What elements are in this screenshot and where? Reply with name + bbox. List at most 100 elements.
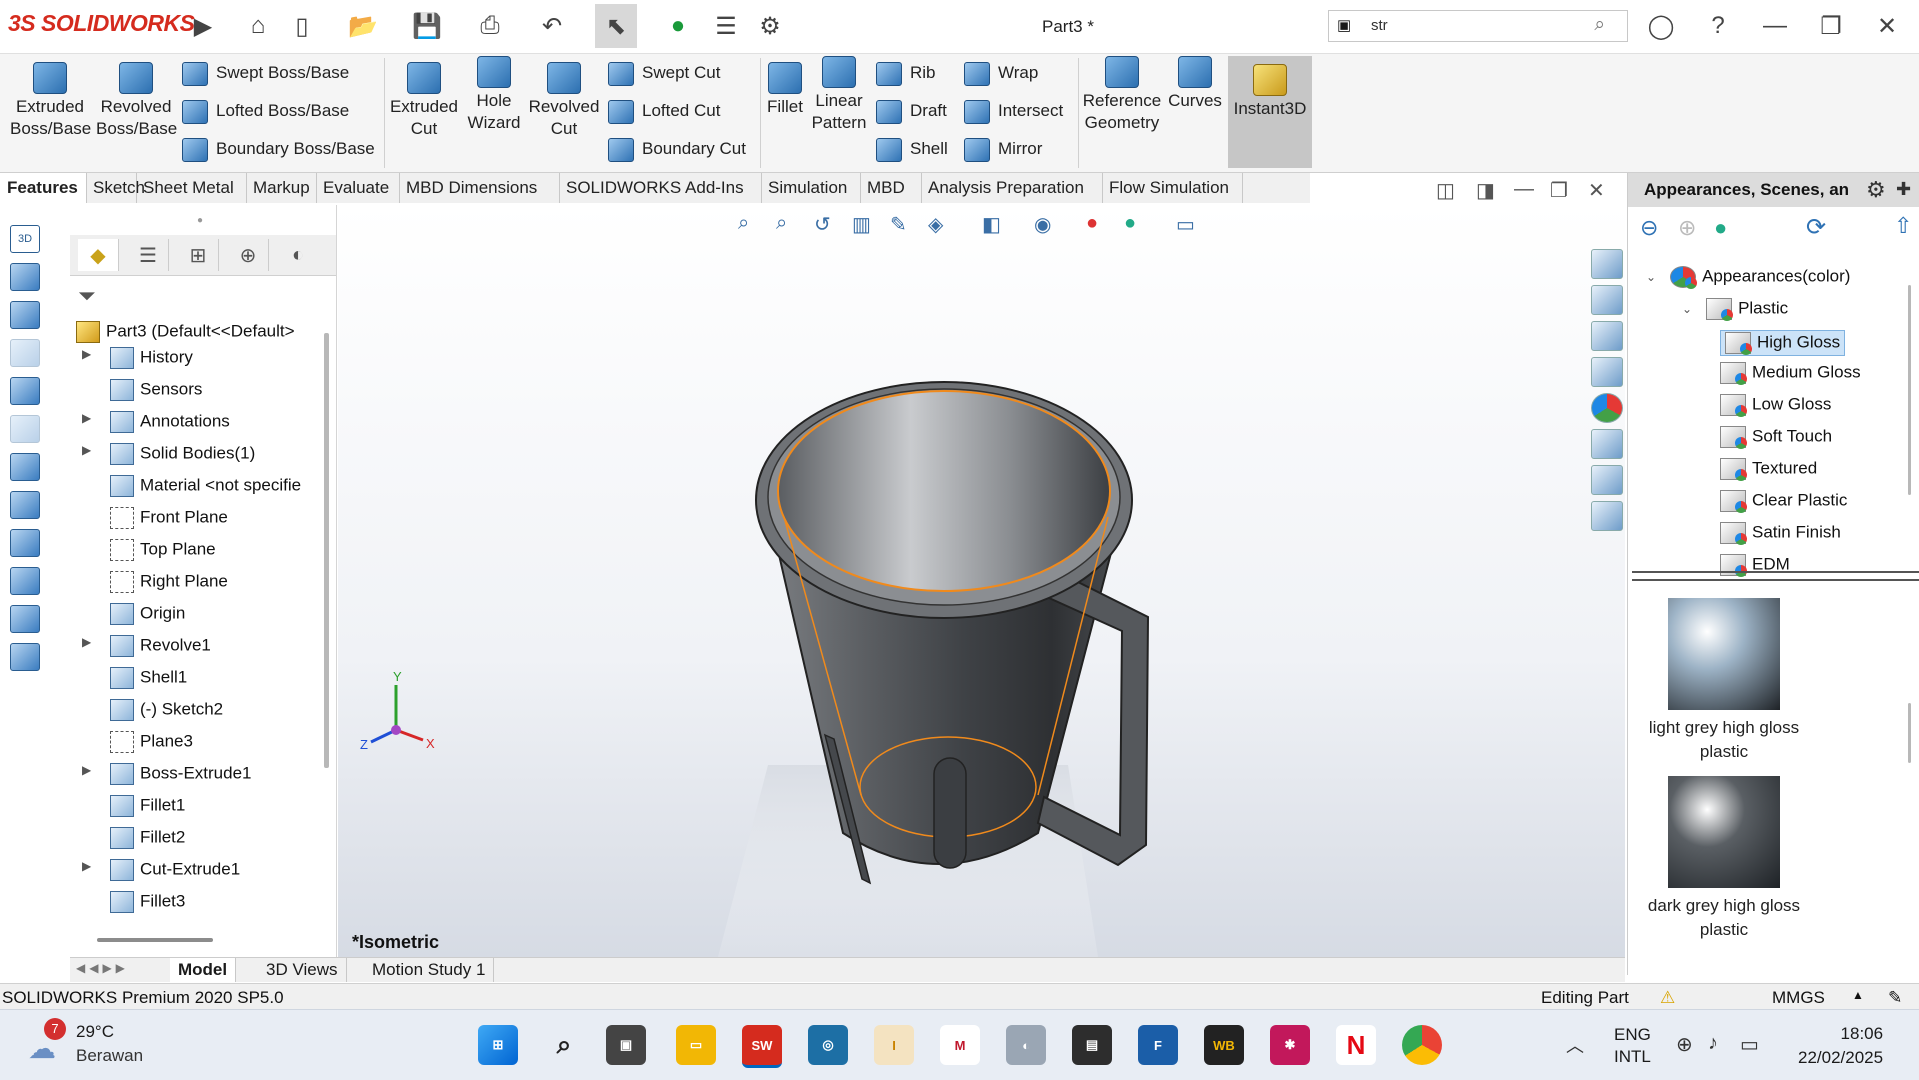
extruded-boss-button[interactable]: Extruded Boss/Base <box>10 62 91 140</box>
swept-boss-button[interactable]: Swept Boss/Base <box>182 58 349 88</box>
tree-node[interactable]: ▶ Revolve1 <box>82 635 211 657</box>
disabled-box-icon[interactable] <box>10 339 40 367</box>
viewport-tile-icon[interactable]: ◫ <box>1436 178 1455 203</box>
festo-fluidsim-icon[interactable]: F <box>1138 1025 1178 1065</box>
tab-scroll-arrows-icon[interactable]: ◀◀▶▶ <box>76 961 129 975</box>
viewport-split-icon[interactable]: ◨ <box>1476 178 1495 203</box>
task-pane-settings-icon[interactable]: ⚙ <box>1866 177 1886 203</box>
file-explorer-taskbar-icon[interactable]: ▭ <box>676 1025 716 1065</box>
tab-markup[interactable]: Markup <box>246 173 317 203</box>
viewport-minimize-icon[interactable]: — <box>1514 178 1534 201</box>
clock[interactable]: 18:06 22/02/2025 <box>1798 1022 1883 1070</box>
tab-flow-simulation[interactable]: Flow Simulation <box>1102 173 1243 203</box>
select-pointer-icon[interactable]: ⬉ <box>595 4 637 48</box>
view-orientation-icon[interactable]: ◈ <box>928 212 943 237</box>
custom-properties-icon[interactable] <box>1591 429 1623 459</box>
appearances-root[interactable]: ⌄ Appearances(color) <box>1646 266 1850 289</box>
unit-system[interactable]: MMGS <box>1772 988 1825 1008</box>
new-document-icon[interactable]: ▯ <box>287 11 317 41</box>
tree-node[interactable]: ▶ Cut-Extrude1 <box>82 859 240 881</box>
viewport-close-icon[interactable]: ✕ <box>1588 178 1605 203</box>
tab-evaluate[interactable]: Evaluate <box>316 173 400 203</box>
mirror-button[interactable]: Mirror <box>964 134 1042 164</box>
previous-view-icon[interactable]: ↺ <box>814 212 831 237</box>
tab-features[interactable]: Features <box>0 173 87 203</box>
task-view-icon[interactable]: ▣ <box>606 1025 646 1065</box>
tree-node[interactable]: Fillet1 <box>110 795 185 817</box>
swatch-scrollbar[interactable] <box>1908 703 1911 763</box>
boundary-cut-button[interactable]: Boundary Cut <box>608 134 746 164</box>
expand-arrow-icon[interactable]: ▶ <box>82 635 91 649</box>
extrude-tool-icon[interactable] <box>10 377 40 405</box>
tree-node[interactable]: Fillet2 <box>110 827 185 849</box>
file-properties-icon[interactable]: ☰ <box>711 11 741 41</box>
print-icon[interactable]: ⎙ <box>475 11 505 41</box>
wrap-button[interactable]: Wrap <box>964 58 1038 88</box>
tree-scrollbar[interactable] <box>1908 285 1911 495</box>
tree-node[interactable]: Right Plane <box>110 571 228 593</box>
expand-menu-icon[interactable]: ▶ <box>188 11 218 41</box>
tree-node[interactable]: ▶ Annotations <box>82 411 230 433</box>
collapse-arrow-icon[interactable]: ⌄ <box>1646 270 1656 284</box>
weather-description[interactable]: Berawan <box>76 1046 143 1066</box>
rebuild-warning-icon[interactable]: ⚠ <box>1660 988 1675 1008</box>
draft-button[interactable]: Draft <box>876 96 947 126</box>
command-search-input[interactable]: ▣ str ⌕ <box>1328 10 1628 42</box>
rib-button[interactable]: Rib <box>876 58 936 88</box>
tree-scrollbar[interactable] <box>324 333 329 768</box>
close-icon[interactable]: ✕ <box>1872 11 1902 41</box>
view-palette-icon[interactable] <box>1591 357 1623 387</box>
home-icon[interactable]: ⌂ <box>243 11 273 41</box>
rebuild-traffic-light-icon[interactable]: ● <box>663 11 693 41</box>
expand-arrow-icon[interactable]: ▶ <box>82 411 91 425</box>
swept-cut-button[interactable]: Swept Cut <box>608 58 720 88</box>
search-icon[interactable]: ⌕ <box>1594 14 1605 36</box>
tree-node[interactable]: (-) Sketch2 <box>110 699 223 721</box>
windows-start-icon[interactable]: ⊞ <box>478 1025 518 1065</box>
panel-handle-icon[interactable]: ● <box>197 215 203 226</box>
tree-node[interactable]: Fillet3 <box>110 891 185 913</box>
lofted-boss-button[interactable]: Lofted Boss/Base <box>182 96 349 126</box>
dimxpert-tab-icon[interactable]: ⊕ <box>228 239 269 271</box>
section-view-icon[interactable]: ▥ <box>852 212 871 237</box>
appearance-item[interactable]: Clear Plastic <box>1720 490 1847 513</box>
tab-sketch[interactable]: Sketch <box>86 173 145 203</box>
appearance-swatch[interactable] <box>1668 598 1780 710</box>
file-explorer-icon[interactable] <box>1591 321 1623 351</box>
appearance-item[interactable]: Satin Finish <box>1720 522 1841 545</box>
sketch-tool-icon[interactable] <box>10 263 40 291</box>
refresh-icon[interactable]: ⟳ <box>1806 213 1826 242</box>
show-hidden-icons-icon[interactable]: ︿ <box>1566 1032 1584 1058</box>
inventor-app-icon[interactable]: I <box>874 1025 914 1065</box>
tree-node[interactable]: ▶ Solid Bodies(1) <box>82 443 255 465</box>
zoom-to-area-icon[interactable]: ⌕ <box>776 212 787 235</box>
pen-tool-icon[interactable] <box>10 453 40 481</box>
tab-solidworks-add-ins[interactable]: SOLIDWORKS Add-Ins <box>559 173 762 203</box>
undo-icon[interactable]: ↶ <box>537 11 567 41</box>
graphics-area[interactable]: Y X Z <box>338 205 1625 957</box>
appearance-item[interactable]: Textured <box>1720 458 1817 481</box>
appearance-swatch[interactable] <box>1668 776 1780 888</box>
sketchup-pro-icon[interactable]: ◐ <box>1006 1025 1046 1065</box>
comments-icon[interactable] <box>1591 501 1623 531</box>
appearance-library-icon[interactable]: ● <box>1714 215 1727 241</box>
tab-sheet-metal[interactable]: Sheet Metal <box>136 173 247 203</box>
edit-appearance-icon[interactable]: ● <box>1086 212 1098 235</box>
display-style-icon[interactable]: ◧ <box>982 212 1001 237</box>
zoom-to-fit-icon[interactable]: ⌕ <box>738 212 749 235</box>
display-manager-tab-icon[interactable]: ◐ <box>278 239 318 271</box>
forum-icon[interactable] <box>1591 465 1623 495</box>
tree-node[interactable]: Plane3 <box>110 731 193 753</box>
expand-arrow-icon[interactable]: ▶ <box>82 859 91 873</box>
disabled-tool-icon[interactable] <box>10 415 40 443</box>
back-icon[interactable]: ⊖ <box>1640 215 1658 241</box>
mug-opening[interactable] <box>777 390 1111 592</box>
view-tool-icon[interactable] <box>10 567 40 595</box>
lofted-cut-button[interactable]: Lofted Cut <box>608 96 720 126</box>
weather-temperature[interactable]: 29°C <box>76 1022 114 1042</box>
forward-icon[interactable]: ⊕ <box>1678 215 1696 241</box>
box-icon[interactable] <box>10 301 40 329</box>
more-tools-icon[interactable] <box>10 643 40 671</box>
tab-simulation[interactable]: Simulation <box>761 173 861 203</box>
solidworks-resources-icon[interactable] <box>1591 249 1623 279</box>
